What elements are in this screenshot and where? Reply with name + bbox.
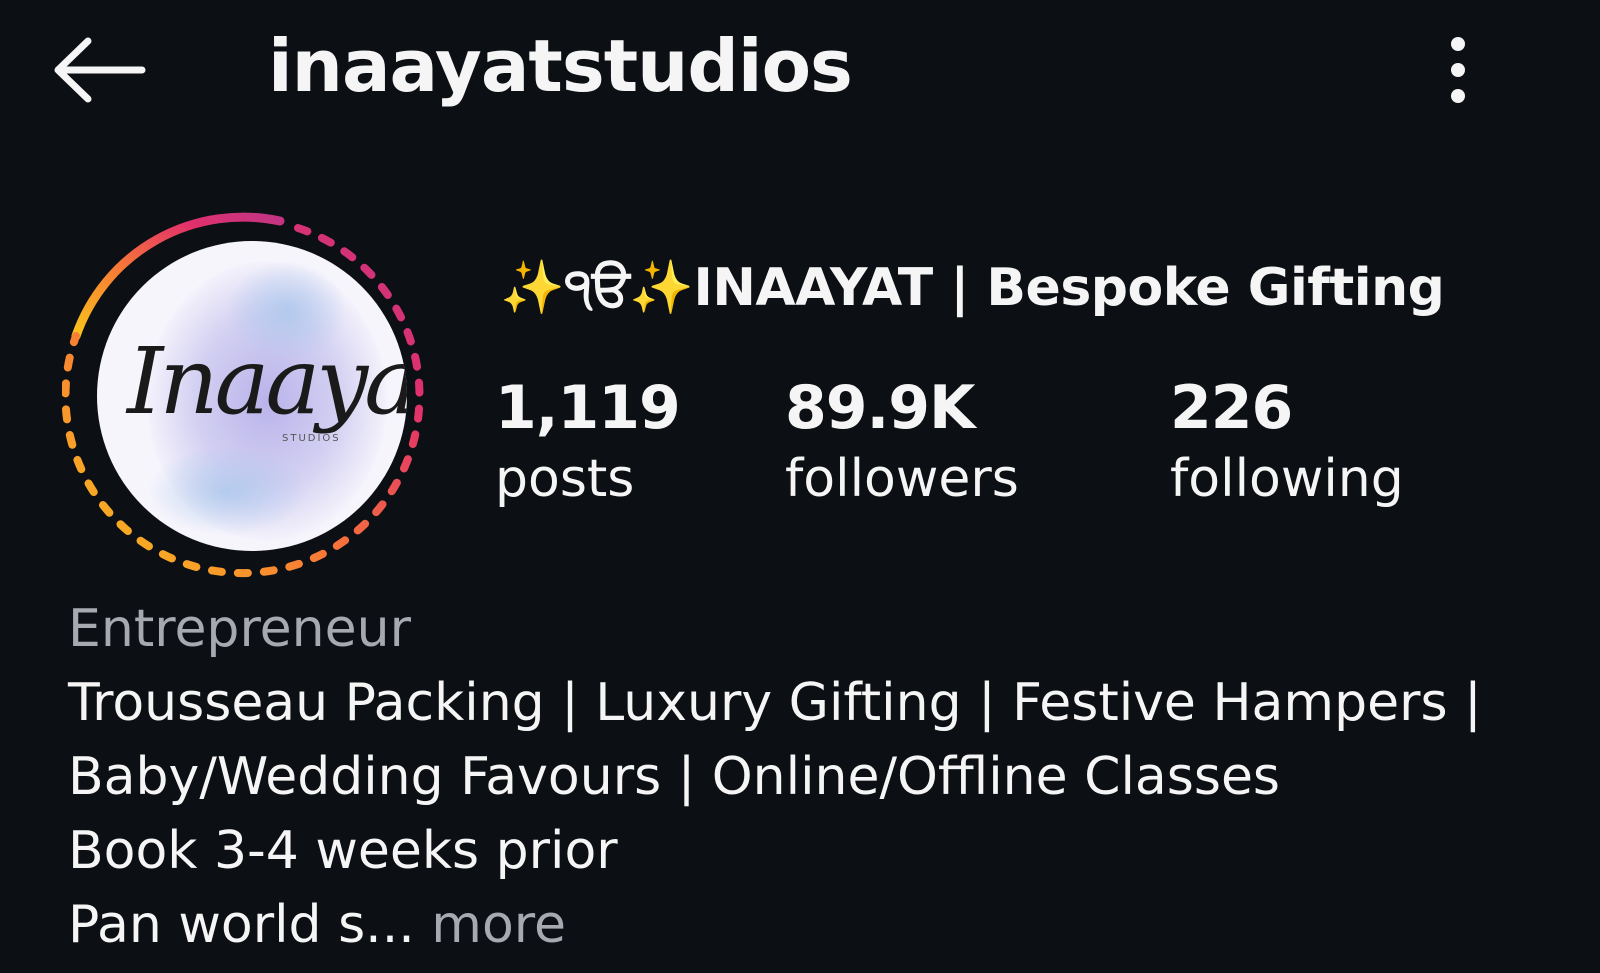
profile-username: inaayatstudios [268,24,853,108]
following-label: following [1170,449,1404,509]
posts-value: 1,119 [495,373,681,443]
back-button[interactable] [50,35,150,105]
vertical-dots-icon [1451,37,1465,103]
bio-line: Book 3-4 weeks prior [68,821,618,881]
following-value: 226 [1170,373,1293,443]
bio-line: Baby/Wedding Favours | Online/Offline Cl… [68,747,1281,807]
followers-label: followers [785,449,1019,509]
followers-count[interactable]: 89.9K followers [785,370,1019,512]
bio-category: Entrepreneur [68,599,411,659]
brand-logo: Inaayat [127,328,407,435]
posts-count[interactable]: 1,119 posts [495,370,681,512]
bio-truncated-text: Pan world s... [68,895,415,955]
bio-more-link[interactable]: more [431,895,566,955]
display-name: ✨੧ੳ✨INAAYAT | Bespoke Gifting [500,258,1445,318]
followers-value: 89.9K [785,373,976,443]
profile-avatar[interactable]: Inaayat STUDIOS [62,206,442,586]
bio-line-truncated: Pan world s... more [68,888,1548,962]
posts-label: posts [495,449,635,509]
profile-bio: Entrepreneur Trousseau Packing | Luxury … [68,592,1548,962]
top-bar: inaayatstudios [0,0,1600,150]
following-count[interactable]: 226 following [1170,370,1404,512]
brand-logo-subtext: STUDIOS [282,433,341,444]
arrow-left-icon [54,37,146,103]
avatar-image: Inaayat STUDIOS [97,241,407,551]
options-menu-button[interactable] [1440,32,1480,112]
bio-line: Trousseau Packing | Luxury Gifting | Fes… [68,673,1482,733]
